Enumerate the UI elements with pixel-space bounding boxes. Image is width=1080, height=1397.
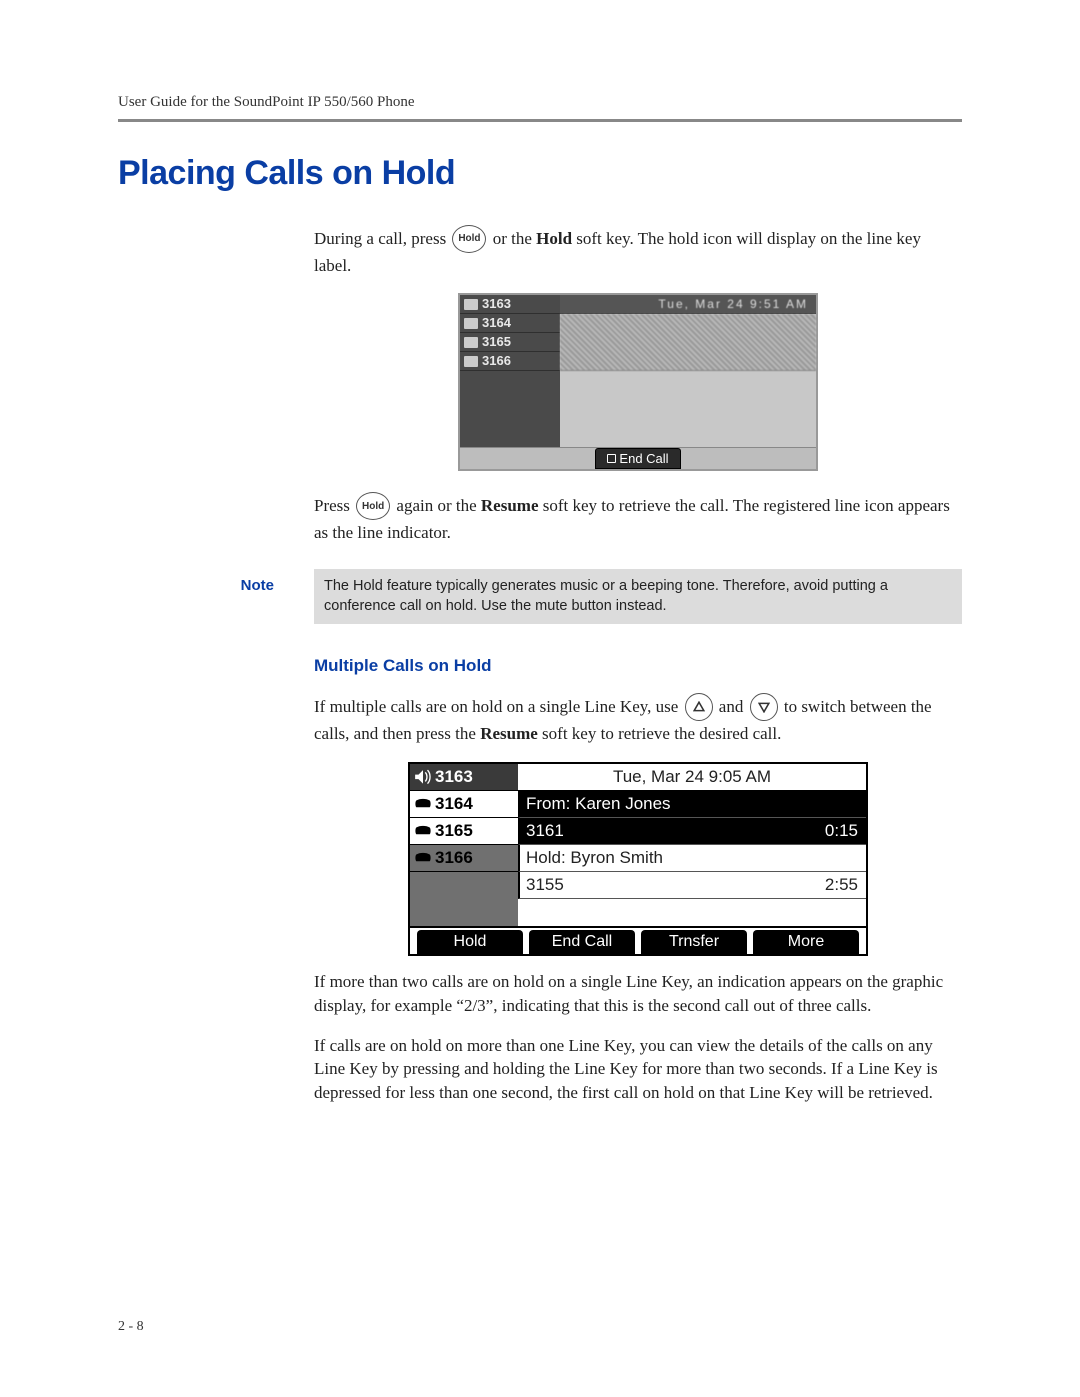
p1-line-2-label: 3164: [482, 314, 511, 332]
note-body: The Hold feature typically generates mus…: [314, 569, 962, 624]
p1-main: Tue, Mar 24 9:51 AM: [560, 295, 816, 447]
speaker-icon: [414, 770, 432, 784]
p2-row-hold: Hold: Byron Smith: [518, 845, 866, 872]
p2-a: Press: [314, 496, 354, 515]
page-number: 2 - 8: [118, 1317, 144, 1337]
note-block: Note The Hold feature typically generate…: [118, 569, 962, 624]
p1-hold: Hold: [536, 229, 572, 248]
p2-softkey-row: Hold End Call Trnsfer More: [410, 926, 866, 954]
phone-icon: [414, 851, 432, 865]
p2-row-call2: 3155 2:55: [518, 872, 866, 899]
up-arrow-key-icon: [685, 693, 713, 721]
p2-title-bar: Tue, Mar 24 9:05 AM: [518, 764, 866, 791]
p2-call2-num: 3155: [526, 873, 564, 897]
subsection-title: Multiple Calls on Hold: [314, 654, 962, 678]
p2-main: Tue, Mar 24 9:05 AM From: Karen Jones 31…: [518, 764, 866, 926]
line-icon: [464, 337, 478, 348]
hold-key-icon: Hold: [356, 492, 390, 520]
down-arrow-key-icon: [750, 693, 778, 721]
p2-sk-endcall: End Call: [529, 930, 635, 954]
p1-b: or the: [493, 229, 536, 248]
p1-endcall-label: End Call: [619, 450, 668, 468]
p3-a: If multiple calls are on hold on a singl…: [314, 697, 683, 716]
paragraph-2: Press Hold again or the Resume soft key …: [314, 493, 962, 545]
paragraph-4: If more than two calls are on hold on a …: [314, 970, 962, 1018]
p1-line-1-label: 3163: [482, 295, 511, 313]
p2-call1-num: 3161: [526, 819, 564, 843]
phone-screenshot-2: 3163 3164 3165 3166: [408, 762, 868, 956]
phone-icon: [414, 824, 432, 838]
p2-line-3-label: 3165: [435, 819, 473, 843]
line-icon: [464, 318, 478, 329]
p2-line-4-label: 3166: [435, 846, 473, 870]
p1-a: During a call, press: [314, 229, 450, 248]
hold-key-icon: Hold: [452, 225, 486, 253]
p1-line-3-label: 3165: [482, 333, 511, 351]
p1-line-column: 3163 3164 3165 3166: [460, 295, 560, 447]
p2-call2-time: 2:55: [825, 873, 858, 897]
p2-call1-time: 0:15: [825, 819, 858, 843]
p2-hold-label: Hold: Byron Smith: [526, 846, 663, 870]
endcall-icon: [607, 454, 616, 463]
p1-softkey-row: End Call: [460, 447, 816, 469]
p3-b: and: [719, 697, 748, 716]
p2-line-2: 3164: [410, 791, 518, 818]
running-head: User Guide for the SoundPoint IP 550/560…: [118, 92, 962, 113]
p2-row-from: From: Karen Jones: [518, 791, 866, 818]
p2-resume: Resume: [481, 496, 539, 515]
p2-line-1-label: 3163: [435, 765, 473, 789]
p2-line-2-label: 3164: [435, 792, 473, 816]
note-label: Note: [118, 569, 314, 596]
p1-endcall-softkey: End Call: [595, 448, 681, 469]
p1-titlebar: Tue, Mar 24 9:51 AM: [560, 295, 816, 314]
p2-from-label: From: Karen Jones: [526, 792, 671, 816]
p2-line-4: 3166: [410, 845, 518, 872]
line-icon: [464, 299, 478, 310]
p2-sk-transfer: Trnsfer: [641, 930, 747, 954]
p1-line-3: 3165: [460, 333, 560, 352]
p2-sk-more: More: [753, 930, 859, 954]
p3-resume: Resume: [480, 724, 538, 743]
section-title: Placing Calls on Hold: [118, 150, 962, 198]
p2-line-1: 3163: [410, 764, 518, 791]
p2-b: again or the: [396, 496, 481, 515]
p1-line-2: 3164: [460, 314, 560, 333]
p2-row-call1: 3161 0:15: [518, 818, 866, 845]
paragraph-5: If calls are on hold on more than one Li…: [314, 1034, 962, 1105]
paragraph-3: If multiple calls are on hold on a singl…: [314, 694, 962, 746]
p1-body-area: [560, 314, 816, 371]
paragraph-1: During a call, press Hold or the Hold so…: [314, 226, 962, 278]
p2-line-column: 3163 3164 3165 3166: [410, 764, 518, 926]
p2-sk-hold: Hold: [417, 930, 523, 954]
p1-line-4-label: 3166: [482, 352, 511, 370]
p3-d: soft key to retrieve the desired call.: [542, 724, 781, 743]
header-rule: [118, 119, 962, 122]
p1-line-4: 3166: [460, 352, 560, 371]
p1-line-1: 3163: [460, 295, 560, 314]
p2-line-3: 3165: [410, 818, 518, 845]
line-icon: [464, 356, 478, 367]
phone-icon: [414, 797, 432, 811]
phone-screenshot-1: 3163 3164 3165 3166 Tue, Mar 24 9:51 AM …: [458, 293, 818, 471]
